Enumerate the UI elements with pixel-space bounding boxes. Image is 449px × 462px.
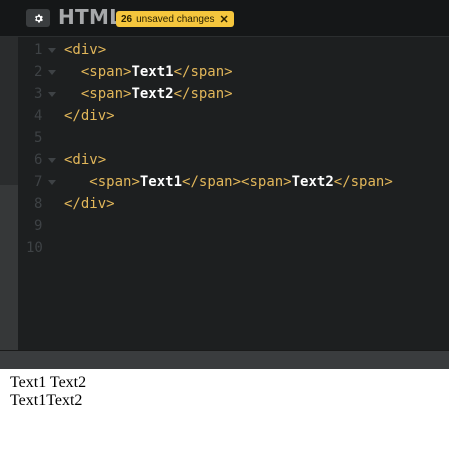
code-text[interactable]: <span>Text1</span> [64,61,233,83]
html-tag-token: <span> [80,64,132,80]
code-text[interactable]: </div> [64,105,115,127]
fold-arrow-icon[interactable] [48,70,56,75]
gear-icon [34,14,43,22]
editor-header: HTML 26 unsaved changes ✕ [0,0,449,37]
html-tag-token: <div> [64,42,107,58]
line-number: 10 [26,240,43,256]
html-tag-token: <span> [89,174,140,190]
text-token: Text1 [131,64,174,80]
code-text[interactable]: <span>Text1</span><span>Text2</span> [64,171,393,193]
code-line[interactable]: 3 <span>Text2</span> [0,83,449,105]
panel-title: HTML [58,5,123,29]
code-line[interactable]: 7 <span>Text1</span><span>Text2</span> [0,171,449,193]
html-tag-token: </div> [64,196,115,212]
unsaved-changes-badge[interactable]: 26 unsaved changes ✕ [116,11,234,27]
html-tag-token: </span> [173,64,233,80]
resize-divider[interactable] [0,350,449,370]
fold-arrow-icon[interactable] [48,48,56,53]
code-text[interactable]: <div> [64,149,106,171]
text-token: Text2 [131,86,174,102]
settings-button[interactable] [26,9,50,27]
line-number: 8 [34,196,43,212]
code-text[interactable]: <span>Text2</span> [64,83,233,105]
html-tag-token: </span> [333,174,393,190]
code-line[interactable]: 4 </div> [0,105,449,127]
code-line[interactable]: 6 <div> [0,149,449,171]
code-line[interactable]: 1 <div> [0,39,449,61]
preview-line-2: Text1Text2 [10,392,83,409]
html-tag-token: </span> [173,86,233,102]
code-text[interactable]: </div> [64,193,115,215]
unsaved-label: unsaved changes [136,13,215,25]
code-line[interactable]: 5 [0,127,449,149]
html-tag-token: <span> [80,86,132,102]
code-line[interactable]: 9 [0,215,449,237]
text-token: Text2 [291,174,334,190]
code-line[interactable]: 2 <span>Text1</span> [0,61,449,83]
preview-pane: Text1 Text2 Text1Text2 [0,369,449,462]
html-editor-panel: HTML 26 unsaved changes ✕ 1 <div> 2 <span>… [0,0,449,350]
html-tag-token: </div> [64,108,115,124]
code-line[interactable]: 8 </div> [0,193,449,215]
code-text[interactable]: <div> [64,39,106,61]
line-number: 4 [34,108,43,124]
fold-arrow-icon[interactable] [48,180,56,185]
fold-arrow-icon[interactable] [48,158,56,163]
code-line[interactable]: 10 [0,237,449,259]
line-number: 9 [34,218,43,234]
fold-arrow-icon[interactable] [48,92,56,97]
unsaved-count: 26 [121,13,133,25]
html-tag-token: <div> [64,152,107,168]
close-icon[interactable]: ✕ [220,13,229,26]
preview-line-1: Text1 Text2 [10,374,87,391]
html-tag-token: </span><span> [182,174,292,190]
text-token: Text1 [139,174,183,190]
line-number: 5 [34,130,43,146]
